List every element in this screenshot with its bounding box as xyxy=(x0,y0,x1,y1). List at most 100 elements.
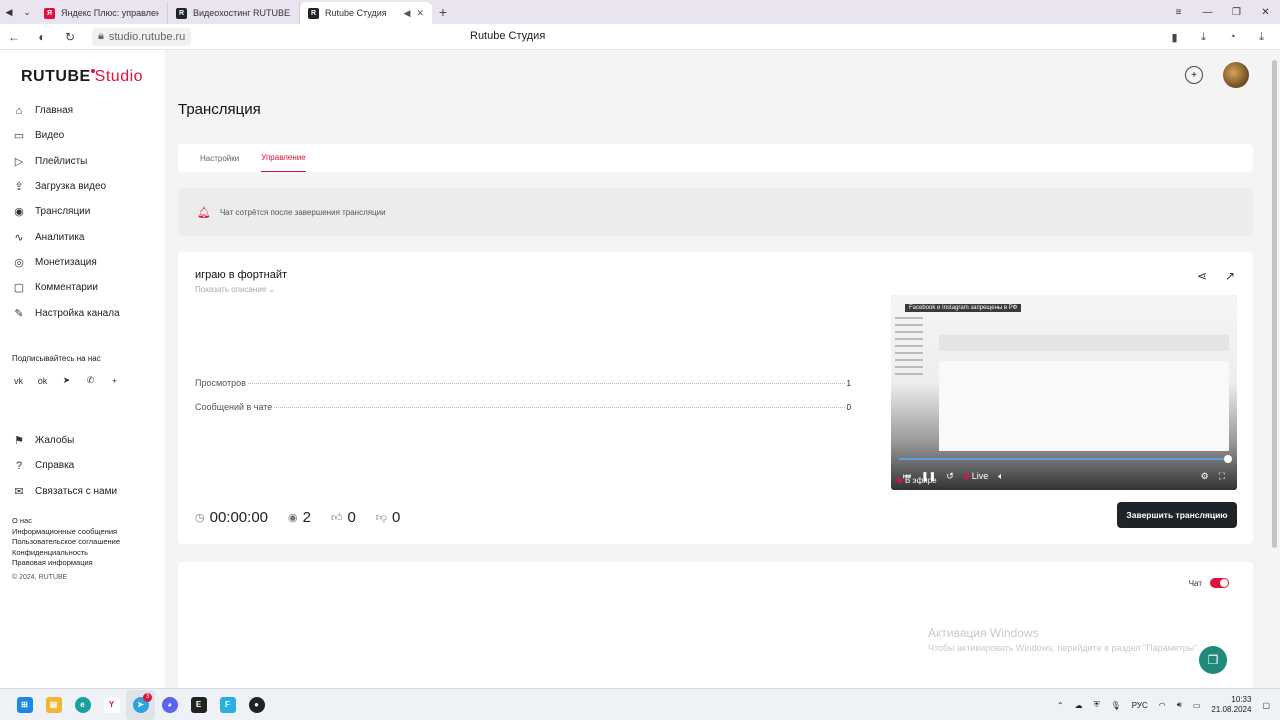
mute-icon[interactable]: ◀︎ xyxy=(404,8,411,19)
language-indicator[interactable]: РУС xyxy=(1132,701,1148,710)
share-icon[interactable]: ⋖ xyxy=(1197,269,1207,283)
dotted-leader xyxy=(247,383,845,384)
footer-links: О нас Информационные сообщения Пользоват… xyxy=(12,516,120,569)
url-field[interactable]: 🔒︎ studio.rutube.ru xyxy=(92,27,192,46)
sidebar-item-video[interactable]: ▭ Видео xyxy=(12,123,120,148)
browser-tab-studio[interactable]: R Rutube Студия ◀︎ ✕ xyxy=(300,2,432,24)
sidebar-item-analytics[interactable]: ∿ Аналитика xyxy=(12,224,120,249)
maximize-icon[interactable]: ❐ xyxy=(1222,0,1251,24)
rutube-favicon-icon: R xyxy=(176,7,187,19)
avatar[interactable] xyxy=(1223,62,1249,88)
microphone-icon[interactable]: 🎙︎ xyxy=(1111,701,1121,710)
footer-link-news[interactable]: Информационные сообщения xyxy=(12,527,120,538)
sidebar-item-playlists[interactable]: ▷ Плейлисты xyxy=(12,149,120,174)
security-icon[interactable]: ⛨ xyxy=(1094,700,1100,710)
footer-link-privacy[interactable]: Конфиденциальность xyxy=(12,548,120,559)
volume-icon[interactable]: 🔈︎ xyxy=(998,471,1003,482)
download-icon[interactable]: ⤓ xyxy=(1189,24,1218,50)
rutube-studio-logo[interactable]: RUTUBE Studio xyxy=(21,68,143,86)
scrollbar-thumb[interactable] xyxy=(1272,60,1277,548)
chat-toggle[interactable]: Чат xyxy=(1189,578,1229,588)
viber-icon[interactable]: ✆ xyxy=(84,374,97,387)
sidebar-item-broadcasts[interactable]: ◉ Трансляции xyxy=(12,199,120,224)
alice-icon[interactable]: ◔ xyxy=(1218,24,1247,50)
battery-icon[interactable]: ▭ xyxy=(1193,701,1201,710)
wifi-icon[interactable]: ◠ xyxy=(1159,701,1166,710)
taskbar-epic-games[interactable]: E xyxy=(184,690,213,720)
show-description-link[interactable]: Показать описание ⌄ xyxy=(195,285,275,294)
browser-tab-rutube[interactable]: R Видеохостинг RUTUBE. С xyxy=(168,2,300,24)
reload-icon[interactable]: ↻ xyxy=(56,24,84,50)
sidebar-item-help[interactable]: ? Справка xyxy=(12,453,117,478)
browser-tab-yandex[interactable]: Я Яндекс Плюс: управлени xyxy=(36,2,168,24)
stat-label: Сообщений в чате xyxy=(195,402,273,412)
footer-link-about[interactable]: О нас xyxy=(12,516,120,527)
tab-label: Rutube Студия xyxy=(325,8,387,18)
footer-link-terms[interactable]: Пользовательское соглашение xyxy=(12,537,120,548)
start-button[interactable]: ⊞ xyxy=(10,690,39,720)
home-icon: ⌂ xyxy=(15,104,23,117)
taskbar-explorer[interactable]: ▤ xyxy=(39,690,68,720)
viewers-icon: ◉ xyxy=(288,512,298,524)
chevron-down-icon: ⌄ xyxy=(268,285,276,294)
close-window-icon[interactable]: ✕ xyxy=(1251,0,1280,24)
settings-gear-icon[interactable]: ⚙ xyxy=(1201,471,1209,482)
notifications-icon[interactable]: ▢ xyxy=(1262,701,1270,710)
more-icon[interactable]: + xyxy=(108,374,121,387)
footer-link-legal[interactable]: Правовая информация xyxy=(12,558,120,569)
bookmark-icon[interactable]: ▮ xyxy=(1160,24,1189,50)
new-tab-button[interactable]: + xyxy=(432,2,454,22)
taskbar-discord[interactable]: ◕ xyxy=(155,690,184,720)
menu-icon[interactable]: ≡ xyxy=(1164,0,1193,24)
add-content-button[interactable]: + xyxy=(1185,66,1203,84)
player-controls: ⏮ ❚❚ ↺ Live 🔈︎ ⚙ ⛶ xyxy=(891,467,1237,485)
sidebar-item-upload[interactable]: ⇪ Загрузка видео xyxy=(12,174,120,199)
support-chat-button[interactable]: ❐ xyxy=(1199,646,1227,674)
logo-product: Studio xyxy=(94,68,144,85)
page-scrollbar[interactable] xyxy=(1269,50,1280,688)
yandex-icon[interactable]: ◐ xyxy=(28,24,56,50)
sidebar-item-comments[interactable]: ▢ Комментарии xyxy=(12,275,120,300)
windows-activation-watermark: Активация Windows Чтобы активировать Win… xyxy=(928,626,1200,653)
tray-overflow-icon[interactable]: ⌃ xyxy=(1057,701,1064,710)
chat-switch[interactable] xyxy=(1210,578,1229,588)
taskbar-yandex[interactable]: Y xyxy=(97,690,126,720)
taskbar-telegram[interactable]: ➤ 3 xyxy=(126,689,155,720)
fullscreen-icon[interactable]: ⛶ xyxy=(1219,471,1225,482)
close-tab-icon[interactable]: ✕ xyxy=(416,8,424,19)
flag-icon: ⚑ xyxy=(14,435,24,448)
telegram-icon[interactable]: ➤ xyxy=(60,374,73,387)
network-app-icon[interactable]: ☁ xyxy=(1075,701,1083,710)
vk-icon[interactable]: vk xyxy=(12,374,25,387)
sidebar-item-home[interactable]: ⌂ Главная xyxy=(12,98,120,123)
progress-knob[interactable] xyxy=(1224,455,1232,463)
extensions-icon[interactable]: ⤓ xyxy=(1247,24,1276,50)
replay-10-icon[interactable]: ↺ xyxy=(946,471,954,482)
live-indicator[interactable]: Live xyxy=(964,471,989,481)
sidebar-item-monetization[interactable]: ◎ Монетизация xyxy=(12,250,120,275)
plus-icon: + xyxy=(1191,69,1197,81)
back-icon[interactable]: ← xyxy=(0,24,28,50)
minimize-icon[interactable]: — xyxy=(1193,0,1222,24)
taskbar-edge[interactable]: e xyxy=(68,690,97,720)
tab-list-icon[interactable]: ⌄ xyxy=(18,3,36,21)
sidebar-item-contact[interactable]: ✉ Связаться с нами xyxy=(12,479,117,504)
stream-preview-player[interactable]: Facebook и Instagram запрещены в РФ ⏮ ❚❚… xyxy=(891,295,1237,490)
studio-page: RUTUBE Studio ⌂ Главная ▭ Видео ▷ Плейлисты … xyxy=(0,50,1280,706)
tab-management[interactable]: Управление xyxy=(261,144,306,172)
taskbar-fortnite[interactable]: F xyxy=(213,690,242,720)
ok-icon[interactable]: ok xyxy=(36,374,49,387)
sidebar-item-label: Аналитика xyxy=(35,231,85,243)
finish-broadcast-button[interactable]: Завершить трансляцию xyxy=(1117,502,1237,528)
volume-tray-icon[interactable]: 🔊︎ xyxy=(1177,700,1182,710)
live-counters: ◷ 00:00:00 ◉ 2 👍︎ 0 👎︎ 0 xyxy=(195,509,400,526)
audio-icon[interactable]: ◀︎ xyxy=(0,3,18,21)
lock-icon: 🔒︎ xyxy=(98,30,104,42)
player-progress-bar[interactable] xyxy=(899,455,1232,463)
tab-settings[interactable]: Настройки xyxy=(200,144,239,172)
sidebar-item-channel-settings[interactable]: ✎ Настройка канала xyxy=(12,300,119,325)
external-link-icon[interactable]: ↗ xyxy=(1225,269,1235,283)
sidebar-item-complaints[interactable]: ⚑ Жалобы xyxy=(12,428,117,453)
taskbar-obs[interactable]: ● xyxy=(242,690,271,720)
clock[interactable]: 10:33 21.08.2024 xyxy=(1211,695,1251,715)
